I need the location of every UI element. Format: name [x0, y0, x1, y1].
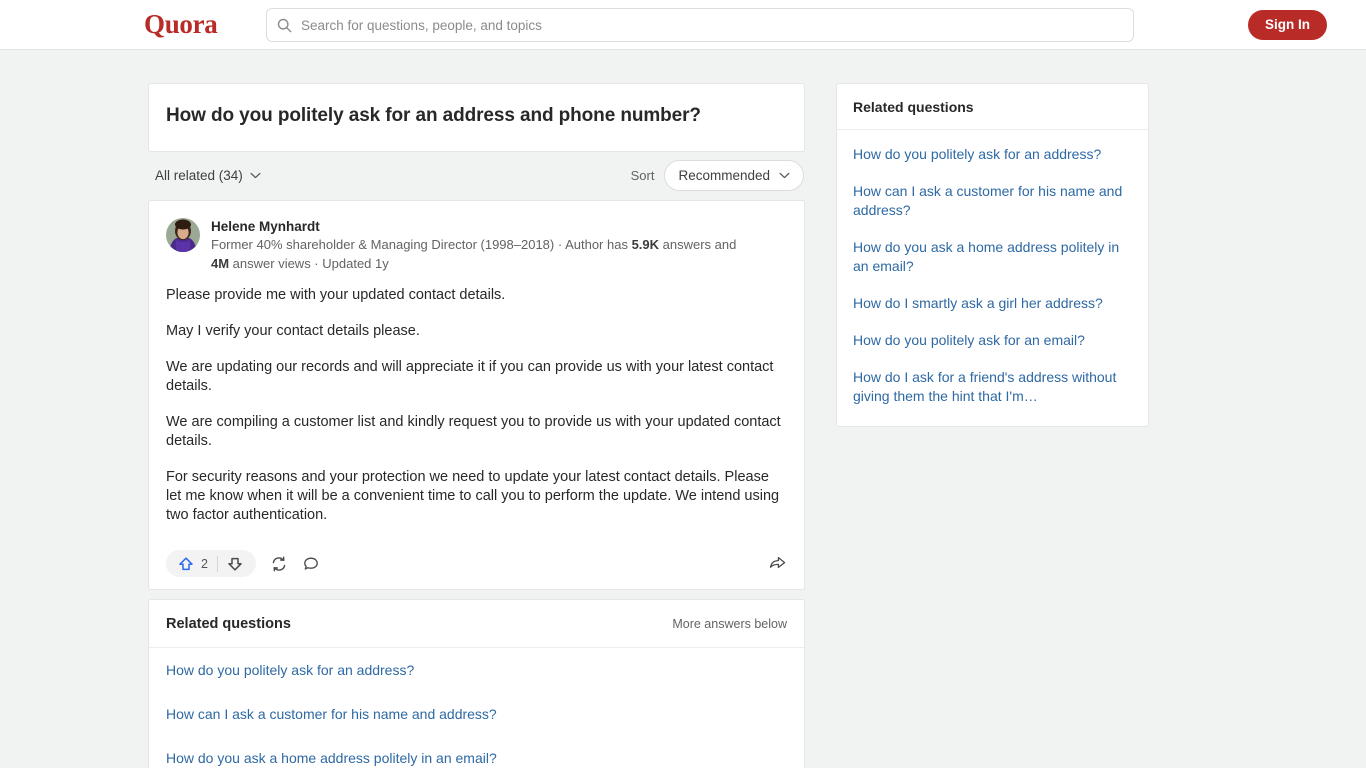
answer-card: Helene Mynhardt Former 40% shareholder &… [148, 199, 805, 590]
sort-value: Recommended [678, 168, 770, 184]
answer-count: 5.9K [631, 236, 660, 252]
more-answers-below-label: More answers below [672, 616, 787, 631]
search-icon [277, 18, 292, 32]
repost-cycle-icon [272, 556, 286, 572]
search-bar[interactable] [266, 8, 1134, 42]
chevron-down-icon [250, 172, 261, 179]
answer-body: Please provide me with your updated cont… [166, 273, 787, 525]
sort-group: Sort Recommended [630, 160, 804, 192]
sidebar-column: Related questions How do you politely as… [836, 83, 1149, 427]
answer-paragraph: We are updating our records and will app… [166, 358, 774, 394]
comment-bubble-icon [304, 557, 318, 570]
related-question-link[interactable]: How do you ask a home address politely i… [149, 736, 804, 768]
sidebar-title: Related questions [837, 84, 1148, 130]
upvote-arrow-icon [179, 557, 193, 570]
answer-paragraph: Please provide me with your updated cont… [166, 286, 506, 303]
sort-label: Sort [630, 168, 655, 184]
answer-author-meta: Helene Mynhardt Former 40% shareholder &… [211, 217, 749, 273]
avatar[interactable] [166, 217, 200, 252]
view-count: 4M [211, 255, 230, 271]
upvote-button[interactable]: 2 [170, 556, 217, 572]
repost-button[interactable] [270, 555, 288, 573]
downvote-arrow-icon [228, 557, 242, 571]
sidebar-item-question[interactable]: How do I smartly ask a girl her address? [837, 285, 1148, 322]
answer-paragraph: We are compiling a customer list and kin… [166, 413, 781, 449]
sidebar-item-question[interactable]: How do I ask for a friend's address with… [837, 359, 1148, 415]
answer-author-row: Helene Mynhardt Former 40% shareholder &… [166, 217, 787, 273]
share-arrow-icon [769, 557, 786, 569]
sidebar-item-question[interactable]: How do you politely ask for an email? [837, 322, 1148, 359]
credential-mid: answers and [659, 236, 737, 252]
author-name[interactable]: Helene Mynhardt [211, 218, 749, 235]
share-button[interactable] [768, 554, 787, 573]
related-question-link[interactable]: How can I ask a customer for his name an… [149, 692, 804, 736]
filter-sort-row: All related (34) Sort Recommended [148, 152, 805, 200]
sign-in-button[interactable]: Sign In [1248, 10, 1327, 40]
sidebar-list: How do you politely ask for an address? … [837, 130, 1148, 426]
comment-button[interactable] [302, 555, 320, 573]
related-questions-header: Related questions More answers below [149, 600, 804, 648]
answer-paragraph: May I verify your contact details please… [166, 322, 420, 339]
answer-action-bar: 2 [166, 542, 787, 589]
upvote-count: 2 [201, 556, 208, 571]
vote-pill: 2 [166, 550, 256, 578]
answer-paragraph: For security reasons and your protection… [166, 468, 780, 523]
question-title-card: How do you politely ask for an address a… [148, 83, 805, 152]
sidebar-item-question[interactable]: How do you ask a home address politely i… [837, 229, 1148, 285]
author-credentials: Former 40% shareholder & Managing Direct… [211, 235, 749, 273]
related-question-link[interactable]: How do you politely ask for an address? [149, 648, 804, 692]
chevron-down-icon [779, 172, 790, 179]
all-related-filter[interactable]: All related (34) [155, 168, 261, 183]
sidebar-item-question[interactable]: How do you politely ask for an address? [837, 136, 1148, 173]
quora-logo[interactable]: Quora [144, 9, 218, 40]
all-related-label: All related (34) [155, 168, 243, 184]
downvote-button[interactable] [218, 556, 252, 572]
sidebar-item-question[interactable]: How can I ask a customer for his name an… [837, 173, 1148, 229]
related-questions-title: Related questions [166, 615, 291, 632]
site-header: Quora Sign In [0, 0, 1366, 50]
sort-dropdown[interactable]: Recommended [664, 160, 804, 192]
page-title: How do you politely ask for an address a… [166, 105, 701, 126]
credential-prefix: Former 40% shareholder & Managing Direct… [211, 236, 632, 252]
avatar-image [166, 217, 200, 252]
main-column: How do you politely ask for an address a… [148, 83, 805, 768]
related-questions-card: Related questions More answers below How… [148, 598, 805, 768]
search-input[interactable] [301, 17, 1123, 33]
credential-suffix: answer views · Updated 1y [229, 255, 389, 271]
answer-actions-left: 2 [166, 550, 320, 578]
sidebar-related-questions-card: Related questions How do you politely as… [836, 83, 1149, 427]
